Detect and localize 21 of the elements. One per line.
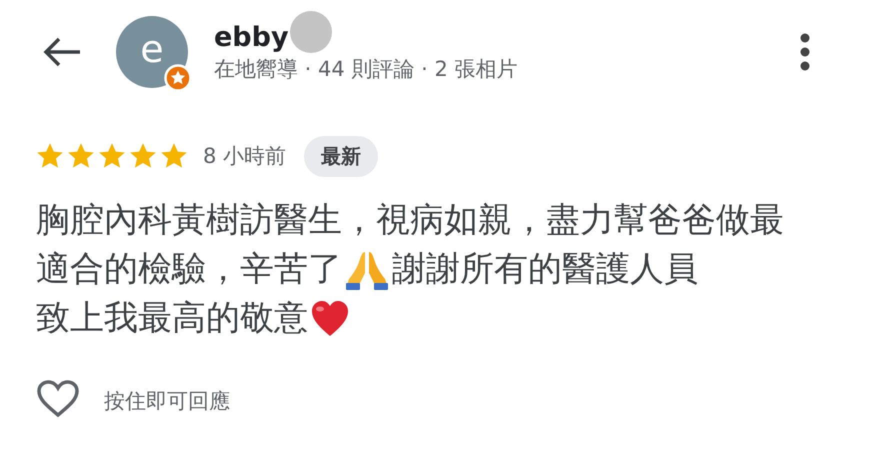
avatar-initial: e [140,30,164,68]
newest-badge: 最新 [304,136,378,176]
heart-outline-icon [36,379,80,419]
heart-icon [310,300,350,338]
more-options-button[interactable] [798,32,812,72]
review-text: 致上我最高的敬意 [36,297,308,340]
star-icon [97,142,127,170]
review-text: 適合的檢驗，辛苦了 [36,248,342,291]
reviewer-stats: 在地嚮導 · 44 則評論 · 2 張相片 [214,56,518,83]
star-icon [128,142,158,170]
review-text: 胸腔內科黃樹訪醫生，視病如親，盡力幫爸爸做最 [36,199,784,242]
star-icon [66,142,96,170]
more-icon [799,32,811,72]
back-arrow-icon [42,36,82,68]
review-time: 8 小時前 [203,143,286,170]
star-icon [159,142,189,170]
redaction-mark [290,11,332,53]
reaction-hint: 按住即可回應 [104,388,230,415]
reviewer-name: ebby [214,21,289,55]
star-icon [35,142,65,170]
review-text: 謝謝所有的醫護人員 [392,248,698,291]
